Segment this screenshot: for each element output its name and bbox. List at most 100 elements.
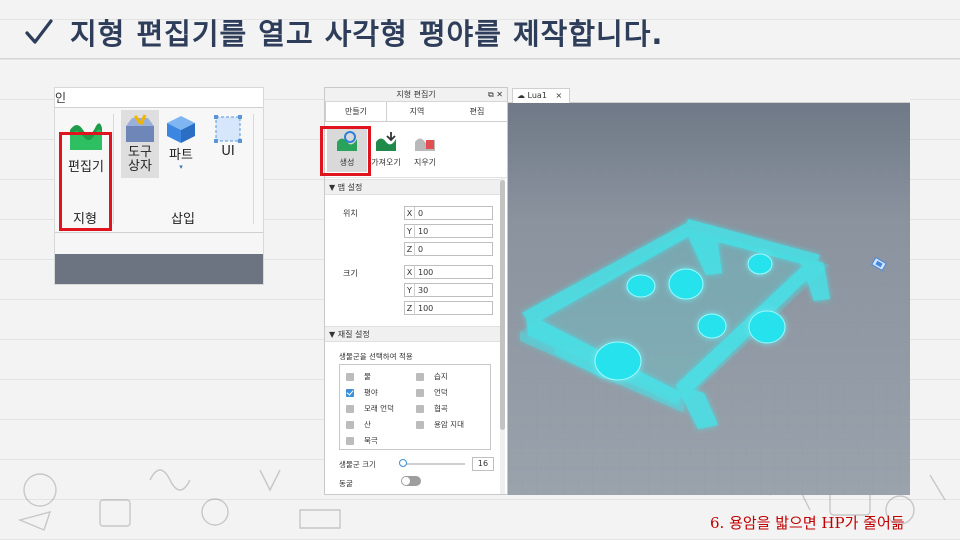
map-settings-header[interactable]: ▼ 맵 설정 [325, 179, 501, 195]
toolbox-label: 도구 상자 [128, 145, 152, 174]
part-cube-icon [167, 116, 195, 143]
axis-label: Y [405, 284, 415, 297]
biome-option-dunes[interactable]: 모래 언덕 [346, 403, 394, 414]
title-row: 지형 편집기를 열고 사각형 평야를 제작합니다. [24, 8, 663, 56]
import-icon [376, 132, 396, 151]
close-icon[interactable]: ✕ [496, 90, 503, 99]
size-y-value: 30 [418, 286, 429, 295]
clear-tool-label: 지우기 [413, 158, 437, 167]
terrain-editor-highlight [59, 132, 112, 231]
biome-option-arctic[interactable]: 북극 [346, 435, 378, 446]
tab-close-icon[interactable]: × [555, 91, 562, 100]
slide-caption: 6. 용암을 밟으면 HP가 줄어듦 [710, 514, 905, 532]
biome-option-lavascape[interactable]: 용암 지대 [416, 419, 464, 430]
biome-checkbox[interactable] [346, 404, 354, 413]
material-settings-title: 재질 설정 [337, 330, 370, 339]
script-tab-label: Lua1 [527, 91, 547, 100]
part-dropdown-icon[interactable]: ▾ [179, 163, 183, 171]
biome-size-label: 생물군 크기 [339, 460, 376, 469]
position-y-value: 10 [418, 227, 429, 236]
biome-name: 협곡 [434, 404, 448, 413]
part-label: 파트 [169, 148, 193, 163]
biome-name: 언덕 [434, 388, 448, 397]
ui-label: UI [221, 144, 235, 159]
axis-label: Y [405, 225, 415, 238]
biome-option-mountains[interactable]: 산 [346, 419, 371, 430]
title-divider [0, 58, 960, 59]
cave-toggle[interactable] [401, 476, 421, 486]
import-tool-label: 가져오기 [371, 158, 401, 167]
ribbon-group-divider [113, 114, 114, 224]
biome-name: 북극 [364, 436, 378, 445]
biome-checkbox[interactable] [346, 436, 354, 445]
biome-checkbox[interactable] [416, 404, 424, 413]
dock-icon[interactable]: ⧉ [488, 90, 494, 99]
axis-label: Z [405, 302, 415, 315]
position-label: 위치 [343, 209, 358, 218]
panel-scrollbar-thumb[interactable] [500, 180, 505, 430]
position-z-field[interactable]: Z0 [404, 242, 493, 256]
biome-option-hills[interactable]: 언덕 [416, 387, 448, 398]
cave-label: 동굴 [339, 479, 353, 488]
size-z-value: 100 [418, 304, 434, 313]
tab-create[interactable]: 만들기 [325, 101, 387, 121]
biome-name: 평야 [364, 388, 378, 397]
map-settings-title: 맵 설정 [337, 183, 363, 192]
biome-option-plains[interactable]: 평야 [346, 387, 378, 398]
biome-option-marsh[interactable]: 습지 [416, 371, 448, 382]
biome-name: 산 [364, 420, 371, 429]
biome-option-canyons[interactable]: 협곡 [416, 403, 448, 414]
size-label: 크기 [343, 269, 358, 278]
viewport-window: ☁ Lua1 × [508, 87, 910, 495]
material-settings-header[interactable]: ▼ 재질 설정 [325, 326, 501, 342]
viewport-tabbar: ☁ Lua1 × [508, 87, 910, 103]
biome-checkbox[interactable] [416, 420, 424, 429]
ui-button[interactable]: UI [209, 114, 247, 159]
position-x-field[interactable]: X0 [404, 206, 493, 220]
clear-icon [415, 138, 435, 151]
ribbon-lower-strip [55, 254, 263, 284]
position-x-value: 0 [418, 209, 424, 218]
biome-size-slider-track[interactable] [401, 463, 465, 465]
cave-toggle-knob [402, 477, 410, 485]
tab-edit[interactable]: 편집 [447, 102, 507, 121]
size-x-field[interactable]: X 100 [404, 265, 493, 279]
toolbox-icon [126, 114, 154, 142]
biome-checkbox[interactable] [416, 388, 424, 397]
panel-controls: ⧉ ✕ [488, 88, 503, 102]
ui-frame-icon [214, 115, 242, 143]
biome-name: 모래 언덕 [364, 404, 394, 413]
ribbon-tab-strip: 인 [55, 88, 263, 108]
biome-checkbox[interactable] [346, 420, 354, 429]
ribbon-tab-fragment[interactable]: 인 [55, 91, 66, 105]
biome-option-water[interactable]: 물 [346, 371, 371, 382]
position-z-value: 0 [418, 245, 424, 254]
checkmark-icon [25, 19, 53, 44]
biome-checkbox[interactable] [346, 372, 354, 381]
ribbon-group-divider [253, 114, 254, 224]
position-y-field[interactable]: Y 10 [404, 224, 493, 238]
panel-titlebar: 지형 편집기 ⧉ ✕ [325, 88, 507, 102]
toolbox-button[interactable]: 도구 상자 [121, 110, 159, 178]
tab-region[interactable]: 지역 [387, 102, 447, 121]
size-y-field[interactable]: Y 30 [404, 283, 493, 297]
biome-size-slider-handle[interactable] [399, 459, 407, 467]
cloud-icon: ☁ [517, 91, 525, 100]
size-x-value: 100 [418, 268, 434, 277]
panel-title: 지형 편집기 [396, 90, 436, 99]
part-button[interactable]: 파트 ▾ [163, 114, 199, 171]
biome-checkbox[interactable] [416, 372, 424, 381]
biome-size-value: 16 [477, 459, 489, 468]
biome-name: 물 [364, 372, 371, 381]
biome-size-input[interactable]: 16 [472, 457, 494, 471]
axis-label: X [405, 207, 415, 220]
import-tool-button[interactable]: 가져오기 [366, 126, 406, 168]
clear-tool-button[interactable]: 지우기 [405, 126, 445, 168]
insert-group-label: 삽입 [171, 212, 195, 227]
generate-tool-highlight [320, 126, 371, 176]
biome-checkbox-checked[interactable] [346, 388, 354, 397]
3d-viewport[interactable] [508, 103, 910, 495]
size-z-field[interactable]: Z 100 [404, 301, 493, 315]
biome-checklist: 물 습지 평야 언덕 모래 언덕 협곡 산 용암 지대 북극 [339, 364, 491, 450]
script-tab[interactable]: ☁ Lua1 × [512, 88, 570, 103]
